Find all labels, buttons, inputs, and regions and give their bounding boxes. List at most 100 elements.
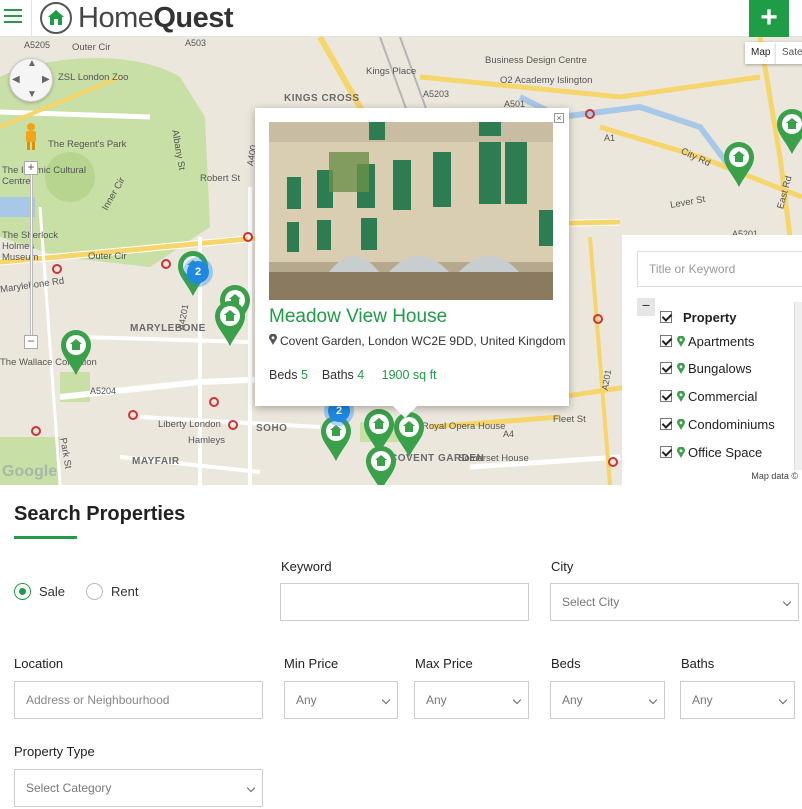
map-label-robert-st: Robert St — [200, 173, 241, 184]
street-view-pegman-icon[interactable] — [23, 122, 39, 150]
zoom-out-button[interactable]: − — [24, 335, 38, 349]
beds-label: Beds — [551, 656, 581, 671]
map-attribution: Map data © — [747, 470, 802, 482]
map-label-kings-cross: KINGS CROSS — [284, 93, 360, 104]
checkbox-icon[interactable] — [660, 362, 672, 374]
chevron-down-icon — [778, 695, 788, 705]
map-label-business-design: Business Design Centre — [485, 55, 587, 66]
collapse-button[interactable]: − — [637, 298, 655, 316]
top-header: HomeQuest + — [0, 0, 802, 37]
property-type-label: Property Type — [14, 744, 95, 759]
map-label-a1: A1 — [604, 133, 616, 143]
checkbox-icon[interactable] — [660, 335, 672, 347]
hamburger-menu-icon[interactable] — [4, 9, 22, 25]
min-price-label: Min Price — [284, 656, 339, 671]
category-item[interactable]: Condominiums — [660, 415, 775, 433]
map-label-hamleys: Hamleys — [188, 435, 225, 446]
sale-radio-option[interactable]: Sale — [14, 582, 65, 600]
zoom-in-button[interactable]: + — [24, 161, 38, 175]
header-divider — [31, 0, 32, 37]
city-select[interactable]: Select City — [550, 583, 799, 621]
checkbox-icon[interactable] — [660, 390, 672, 402]
map-label-outer-cir: Outer Cir — [72, 42, 111, 53]
map-cluster-marker[interactable]: 2 — [187, 261, 209, 283]
map-label-royal-opera: Royal Opera House — [422, 421, 506, 432]
map-label-a5205: A5205 — [24, 40, 51, 50]
radio-selected-icon[interactable] — [14, 582, 31, 600]
map-type-satellite-button[interactable]: Satel — [776, 42, 802, 64]
map-label-somerset: Somerset House — [458, 453, 529, 464]
location-pin-icon — [677, 335, 685, 347]
min-price-select[interactable]: Any — [284, 681, 398, 719]
location-pin-icon — [677, 446, 685, 458]
map-label-mayfair: MAYFAIR — [132, 456, 180, 467]
map-label-o2-academy: O2 Academy Islington — [500, 75, 593, 86]
property-pin-icon[interactable] — [775, 108, 802, 156]
keyword-input[interactable] — [280, 583, 529, 621]
category-item[interactable]: Office Space — [660, 443, 762, 461]
title-underline — [14, 536, 77, 539]
map-label-a5204: A5204 — [90, 386, 117, 396]
property-pin-icon[interactable] — [364, 445, 398, 485]
category-item[interactable]: Commercial — [660, 387, 757, 405]
location-pin-icon — [269, 333, 277, 345]
category-item[interactable]: Bungalows — [660, 359, 752, 377]
category-filter-panel: Title or Keyword − Property Apartments B… — [622, 235, 802, 485]
map-label-islamic: The Islamic Cultural Centre — [2, 165, 86, 187]
max-price-select[interactable]: Any — [414, 681, 529, 719]
brand-name: HomeQuest — [78, 1, 234, 34]
zoom-slider[interactable] — [30, 170, 33, 340]
chevron-down-icon — [782, 597, 792, 607]
map-type-map-button[interactable]: Map — [745, 42, 777, 64]
property-map[interactable]: A5205 Outer Cir A503 ZSL London Zoo King… — [0, 37, 802, 485]
location-label: Location — [14, 656, 64, 671]
map-pan-control[interactable]: ▲ ▼ ◀ ▶ — [9, 58, 53, 102]
chevron-down-icon — [246, 783, 256, 793]
property-info-window: × Meadow View House Covent Garden, Londo… — [255, 108, 569, 418]
category-item[interactable]: Apartments — [660, 332, 754, 350]
property-pin-icon[interactable] — [722, 141, 756, 189]
checkbox-icon[interactable] — [660, 446, 672, 458]
location-pin-icon — [677, 362, 685, 374]
map-label-fleet-st: Fleet St — [553, 414, 586, 425]
beds-select[interactable]: Any — [550, 681, 665, 719]
add-property-button[interactable]: + — [749, 0, 789, 37]
close-icon[interactable]: × — [554, 113, 564, 123]
search-title: Search Properties — [14, 503, 186, 525]
radio-unselected-icon[interactable] — [86, 582, 103, 600]
property-pin-icon[interactable] — [319, 415, 353, 463]
property-photo[interactable] — [269, 122, 553, 300]
location-pin-icon — [677, 390, 685, 402]
map-label-marylebone: MARYLEBONE — [130, 323, 206, 334]
map-label-kings-place: Kings Place — [366, 66, 417, 77]
checkbox-icon[interactable] — [660, 418, 672, 430]
house-logo-icon — [40, 2, 72, 34]
map-label-outer-cir-left: Outer Cir — [88, 251, 127, 262]
map-label-zoo: ZSL London Zoo — [58, 72, 129, 83]
category-root-property[interactable]: Property — [660, 308, 736, 326]
baths-label: Baths — [681, 656, 715, 671]
map-label-regents-park: The Regent's Park — [48, 139, 127, 150]
chevron-down-icon — [512, 695, 522, 705]
property-meta: Beds 5 Baths 4 1900 sq ft — [269, 368, 437, 382]
location-input[interactable]: Address or Neighbourhood — [14, 681, 263, 719]
baths-select[interactable]: Any — [680, 681, 795, 719]
property-address: Covent Garden, London WC2E 9DD, United K… — [269, 333, 566, 348]
map-label-soho: SOHO — [256, 423, 288, 434]
chevron-down-icon — [648, 695, 658, 705]
property-pin-icon[interactable] — [59, 329, 93, 377]
city-label: City — [551, 559, 574, 574]
property-title-link[interactable]: Meadow View House — [269, 306, 447, 328]
property-type-select[interactable]: Select Category — [14, 769, 263, 807]
property-pin-icon[interactable] — [213, 300, 247, 348]
location-pin-icon — [677, 418, 685, 430]
category-panel-scrollbar[interactable] — [794, 302, 802, 472]
rent-radio-option[interactable]: Rent — [86, 582, 138, 600]
checkbox-icon[interactable] — [660, 311, 672, 323]
category-search-input[interactable]: Title or Keyword — [637, 251, 802, 287]
map-label-a503: A503 — [185, 38, 207, 48]
map-label-sherlock: The Sherlock Holmes Museum — [2, 230, 58, 263]
brand-logo[interactable]: HomeQuest — [40, 1, 234, 35]
map-label-liberty: Liberty London — [158, 419, 221, 430]
google-logo: Google — [2, 463, 58, 480]
